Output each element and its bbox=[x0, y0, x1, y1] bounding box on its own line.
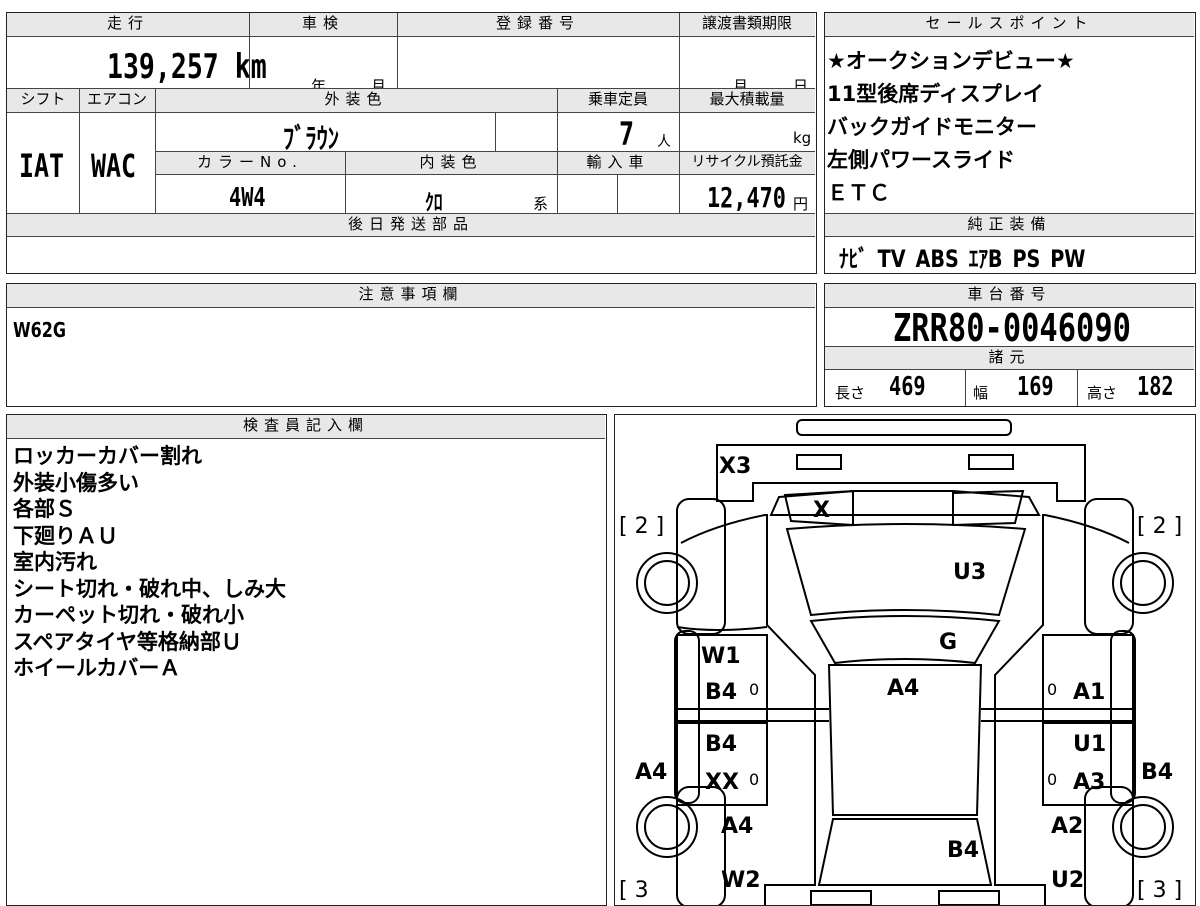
import-header: 輸入車 bbox=[557, 151, 679, 175]
rear-fender-right-code-a: A2 bbox=[1051, 814, 1083, 839]
recycle-unit: 円 bbox=[793, 195, 809, 213]
recycle-header: リサイクル預託金 bbox=[679, 151, 815, 175]
aircon-value: WAC bbox=[91, 147, 137, 185]
zero-mark-3: 0 bbox=[1047, 680, 1057, 699]
tire-label-tr: [ 2 ] bbox=[1137, 514, 1182, 539]
interior-suffix: 系 bbox=[533, 195, 549, 213]
height-value: 182 bbox=[1137, 372, 1174, 402]
rear-door-right-code-b: A3 bbox=[1073, 770, 1105, 795]
chassis-box: 車台番号 ZRR80-0046090 諸元 長さ 469 幅 169 高さ 18… bbox=[824, 283, 1196, 407]
rear-fender-right-code-b: U2 bbox=[1051, 868, 1084, 893]
front-door-left-code-b: B4 bbox=[705, 680, 737, 705]
rear-door-left-code-a: B4 bbox=[705, 732, 737, 757]
tire-label-bl: [ 3 bbox=[619, 878, 649, 903]
capacity-value: 7 bbox=[619, 115, 635, 153]
mileage-value: 139,257 km bbox=[107, 47, 267, 87]
damage-diagram-box: [ 2 ] [ 2 ] [ 3 [ 3 ] X3 X U3 G A4 W1 B4… bbox=[614, 414, 1196, 906]
sales-point-1: ★オークションデビュー★ bbox=[827, 49, 1075, 73]
front-bumper-code: X3 bbox=[719, 454, 751, 479]
hood-code: U3 bbox=[953, 560, 986, 585]
roof-code: A4 bbox=[887, 676, 919, 701]
transfer-deadline-header: 譲渡書類期限 bbox=[679, 13, 815, 37]
rear-fender-left-code-a: A4 bbox=[721, 814, 753, 839]
rear-door-left-code-b: XX bbox=[705, 770, 739, 795]
sales-points-box: セールスポイント ★オークションデビュー★ 11型後席ディスプレイ バックガイド… bbox=[824, 12, 1196, 274]
remark-4: 下廻りＡＵ bbox=[13, 523, 118, 548]
sales-points-header: セールスポイント bbox=[825, 13, 1194, 37]
back-window-code: B4 bbox=[947, 838, 979, 863]
tire-label-br: [ 3 ] bbox=[1137, 878, 1182, 903]
length-value: 469 bbox=[889, 372, 926, 402]
max-load-header: 最大積載量 bbox=[679, 89, 815, 113]
sales-point-5: ＥＴＣ bbox=[827, 181, 890, 205]
notes-header: 注意事項欄 bbox=[7, 284, 815, 308]
tire-label-tl: [ 2 ] bbox=[619, 514, 664, 539]
inspector-header: 検査員記入欄 bbox=[7, 415, 605, 439]
specs-header: 諸元 bbox=[825, 346, 1194, 370]
remark-3: 各部Ｓ bbox=[13, 497, 76, 521]
grille-code: X bbox=[813, 498, 830, 523]
recycle-fee-value: 12,470 bbox=[707, 181, 786, 214]
inspector-box: 検査員記入欄 ロッカーカバー割れ 外装小傷多い 各部Ｓ 下廻りＡＵ 室内汚れ シ… bbox=[6, 414, 607, 906]
sales-point-2: 11型後席ディスプレイ bbox=[827, 82, 1044, 106]
aircon-header: エアコン bbox=[79, 89, 155, 113]
front-door-right-code: A1 bbox=[1073, 680, 1105, 705]
shift-header: シフト bbox=[7, 89, 79, 113]
height-label: 高さ bbox=[1087, 384, 1118, 402]
later-parts-header: 後日発送部品 bbox=[7, 213, 815, 237]
chassis-header: 車台番号 bbox=[825, 284, 1194, 308]
remark-8: スペアタイヤ等格納部Ｕ bbox=[13, 629, 242, 654]
zero-mark-2: 0 bbox=[749, 770, 759, 789]
rocker-right-code: B4 bbox=[1141, 760, 1173, 785]
zero-mark-4: 0 bbox=[1047, 770, 1057, 789]
length-label: 長さ bbox=[835, 384, 866, 402]
front-door-left-code-a: W1 bbox=[701, 644, 741, 669]
remark-1: ロッカーカバー割れ bbox=[13, 444, 202, 468]
rear-door-right-code-a: U1 bbox=[1073, 732, 1106, 757]
shift-value: IAT bbox=[19, 147, 65, 185]
capacity-header: 乗車定員 bbox=[557, 89, 679, 113]
color-no-value: 4W4 bbox=[229, 183, 266, 213]
max-load-unit: kg bbox=[793, 129, 812, 147]
registration-header: 登録番号 bbox=[397, 13, 679, 37]
chassis-value: ZRR80-0046090 bbox=[893, 306, 1131, 350]
width-value: 169 bbox=[1017, 372, 1054, 402]
color-no-header: カラーNo. bbox=[155, 151, 345, 175]
zero-mark-1: 0 bbox=[749, 680, 759, 699]
genuine-equipment-header: 純正装備 bbox=[825, 213, 1194, 237]
rear-fender-left-code-b: W2 bbox=[721, 868, 761, 893]
remark-5: 室内汚れ bbox=[13, 550, 97, 574]
mileage-header: 走行 bbox=[7, 13, 249, 37]
notes-box: 注意事項欄 W62G bbox=[6, 283, 817, 407]
interior-color-header: 内装色 bbox=[345, 151, 557, 175]
width-label: 幅 bbox=[973, 384, 989, 402]
capacity-unit: 人 bbox=[657, 134, 671, 150]
sales-point-4: 左側パワースライド bbox=[827, 148, 1015, 172]
remark-7: カーペット切れ・破れ小 bbox=[13, 603, 244, 627]
note-value: W62G bbox=[13, 318, 67, 342]
remark-9: ホイールカバーＡ bbox=[13, 656, 181, 680]
exterior-color-header: 外装色 bbox=[155, 89, 557, 113]
remark-2: 外装小傷多い bbox=[13, 470, 139, 495]
car-diagram: [ 2 ] [ 2 ] [ 3 [ 3 ] X3 X U3 G A4 W1 B4… bbox=[619, 419, 1182, 905]
sales-point-3: バックガイドモニター bbox=[827, 115, 1037, 139]
remark-6: シート切れ・破れ中、しみ大 bbox=[13, 576, 286, 601]
equipment-value: ﾅﾋﾞ TV ABS ｴｱB PS PW bbox=[839, 245, 1086, 273]
shaken-header: 車検 bbox=[249, 13, 397, 37]
windshield-code: G bbox=[939, 630, 957, 655]
vehicle-info-grid: 走行 車検 登録番号 譲渡書類期限 139,257 km 年 月 月 日 シフト… bbox=[6, 12, 817, 274]
rocker-left-code: A4 bbox=[635, 760, 667, 785]
